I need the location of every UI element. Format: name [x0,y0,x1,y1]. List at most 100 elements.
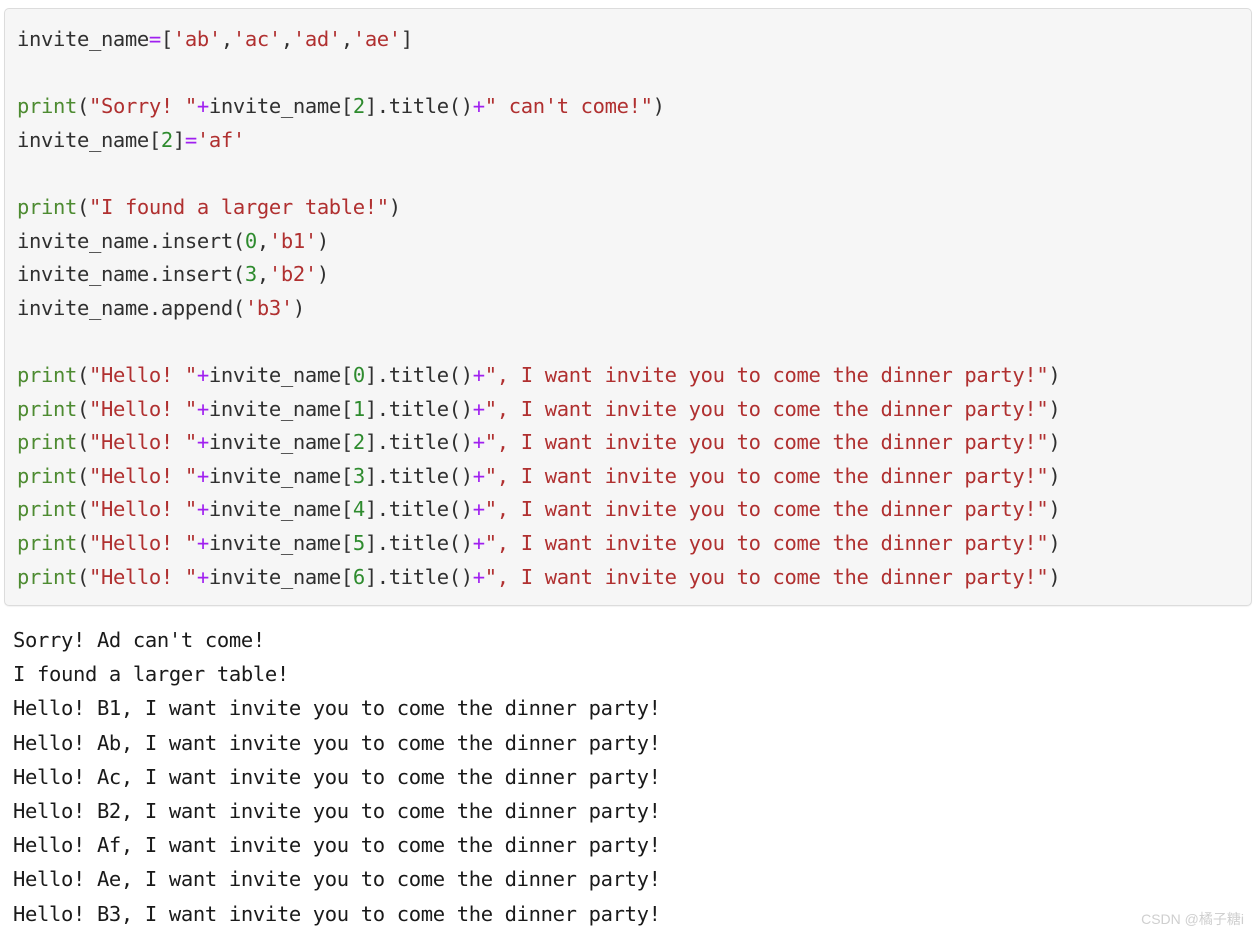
code-token: "Hello! " [88,362,197,387]
code-token: "Hello! " [88,396,197,421]
code-token: ( [76,463,89,488]
code-token: , [280,27,293,51]
code-token: 'ae' [352,27,401,51]
code-token: , [256,228,269,253]
code-token: print [17,194,77,219]
code-token: print [17,396,77,421]
code-token: ) [1048,530,1061,555]
code-token: "Hello! " [88,430,197,455]
code-token: ) [1048,430,1061,455]
code-token: ) [652,94,665,119]
output-line: Hello! B1, I want invite you to come the… [13,696,661,721]
code-token: ( [76,497,89,522]
code-token: ( [76,396,89,421]
code-line: print("I found a larger table!") [17,191,1251,225]
code-token: ( [76,362,89,387]
code-token: + [196,396,209,421]
code-token: + [196,463,209,488]
output-line: Hello! Ac, I want invite you to come the… [13,764,661,789]
code-line: print("Hello! "+invite_name[1].title()+"… [17,393,1251,427]
code-token: 'ad' [292,27,341,51]
code-token: print [17,430,77,455]
code-token: ] [400,27,413,51]
code-token: 'af' [196,127,245,152]
code-token: + [472,362,485,387]
code-token: 2 [160,127,173,152]
code-token: print [17,94,77,119]
code-token: + [472,463,485,488]
code-token: invite_name[ [208,362,353,387]
code-token: ", I want invite you to come the dinner … [484,564,1049,589]
code-token: invite_name[ [208,430,353,455]
code-token: ) [1048,463,1061,488]
code-token: ) [292,295,305,320]
code-token: = [148,27,161,51]
code-token: ].title() [364,396,473,421]
code-token: print [17,463,77,488]
code-line: invite_name[2]='af' [17,124,1251,158]
code-token: ].title() [364,94,473,119]
code-token: ].title() [364,362,473,387]
code-token: " can't come!" [484,94,653,119]
code-token: invite_name[ [208,564,353,589]
code-token: print [17,530,77,555]
code-token: print [17,497,77,522]
output-line: Sorry! Ad can't come! [13,628,265,652]
output-line: Hello! Ae, I want invite you to come the… [13,867,661,892]
code-token: + [472,94,485,119]
code-token: ( [76,194,89,219]
code-token: ] [172,127,185,152]
code-token: 2 [352,430,365,455]
code-token: 'b1' [268,228,317,253]
code-token: 2 [352,94,365,119]
code-token: + [196,94,209,119]
code-token: invite_name[ [208,530,353,555]
code-token: ) [316,262,329,287]
code-line: print("Hello! "+invite_name[0].title()+"… [17,359,1251,393]
code-token: 'ab' [172,27,221,51]
code-token: ( [76,430,89,455]
code-token: print [17,564,77,589]
output-line: Hello! B3, I want invite you to come the… [13,901,661,926]
code-token: + [472,564,485,589]
code-token: 0 [352,362,365,387]
code-token: + [472,497,485,522]
code-token: invite_name.insert( [17,262,245,287]
output-line: Hello! B2, I want invite you to come the… [13,798,661,823]
code-token: invite_name[ [208,497,353,522]
code-token: + [196,430,209,455]
code-token: + [196,530,209,555]
code-token: , [220,27,233,51]
code-token: 4 [352,497,365,522]
code-token: [ [160,27,173,51]
program-output: Sorry! Ad can't come! I found a larger ta… [13,623,1243,931]
code-token: invite_name[ [208,463,353,488]
code-token: ( [76,564,89,589]
code-line: print("Hello! "+invite_name[2].title()+"… [17,426,1251,460]
code-line: print("Hello! "+invite_name[5].title()+"… [17,527,1251,561]
code-token: 0 [244,228,257,253]
output-line: Hello! Af, I want invite you to come the… [13,833,661,858]
code-token: + [472,530,485,555]
code-token: invite_name.insert( [17,228,245,253]
code-token: ) [1048,396,1061,421]
code-token: ) [1048,497,1061,522]
code-token: 3 [352,463,365,488]
code-line-list: invite_name=['ab','ac','ad','ae'] print(… [5,9,1251,594]
code-token: "Hello! " [88,564,197,589]
csdn-watermark: CSDN @橘子糖i [1141,911,1244,927]
code-token: + [472,430,485,455]
code-token: ].title() [364,530,473,555]
code-token: 3 [244,262,257,287]
code-token: + [196,497,209,522]
code-token: ", I want invite you to come the dinner … [484,463,1049,488]
code-token: 1 [352,396,365,421]
code-token: invite_name[ [208,94,353,119]
code-token: ", I want invite you to come the dinner … [484,430,1049,455]
code-token: + [472,396,485,421]
code-token: 5 [352,530,365,555]
code-token: invite_name.append( [17,295,245,320]
code-block: invite_name=['ab','ac','ad','ae'] print(… [4,8,1252,606]
code-line: print("Hello! "+invite_name[3].title()+"… [17,460,1251,494]
